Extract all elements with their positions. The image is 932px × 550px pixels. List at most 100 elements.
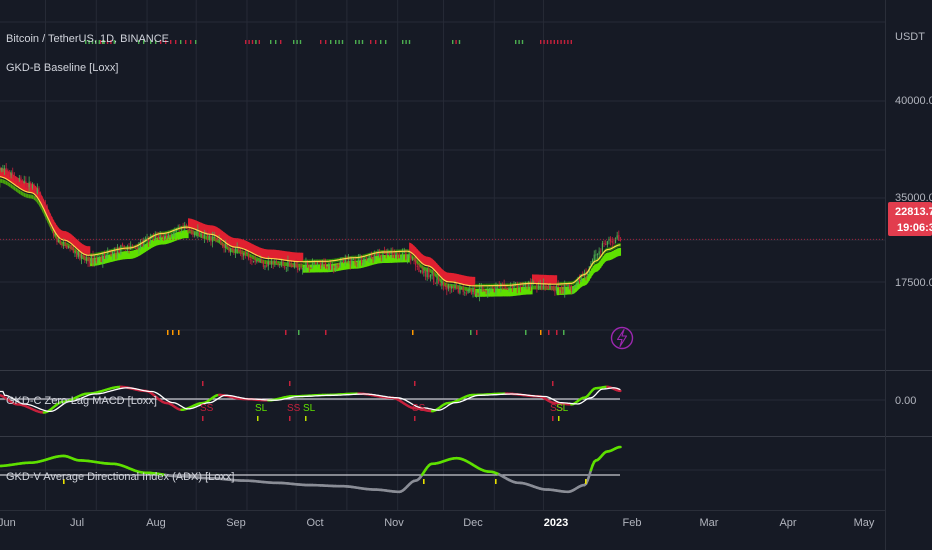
macd-arrow bbox=[558, 416, 560, 421]
candle-body bbox=[261, 260, 263, 261]
signal-dot bbox=[361, 40, 364, 44]
candle-body bbox=[280, 261, 282, 264]
adx-marker bbox=[423, 479, 425, 484]
signal-dot bbox=[476, 330, 478, 335]
candle-body bbox=[555, 285, 558, 292]
candle-body bbox=[270, 261, 273, 265]
candle-body bbox=[25, 181, 27, 188]
candle-body bbox=[90, 256, 92, 263]
candle-body bbox=[82, 254, 84, 256]
candle-body bbox=[254, 260, 256, 262]
macd-arrow bbox=[202, 416, 204, 421]
macd-signal-label: SL bbox=[303, 403, 316, 414]
candle-body bbox=[490, 287, 492, 291]
candle-body bbox=[303, 267, 305, 269]
signal-dot bbox=[518, 40, 520, 44]
candle-body bbox=[603, 243, 605, 245]
candle-body bbox=[251, 260, 253, 262]
time-tick-label: May bbox=[854, 517, 875, 529]
chart-background bbox=[0, 0, 932, 550]
candle-body bbox=[472, 288, 474, 295]
candle-body bbox=[559, 286, 561, 290]
candle-body bbox=[164, 234, 166, 239]
candle-body bbox=[374, 254, 376, 261]
candle-body bbox=[246, 253, 248, 255]
candle-body bbox=[406, 255, 409, 259]
signal-dot bbox=[553, 40, 555, 44]
candle-body bbox=[377, 252, 379, 256]
signal-dot bbox=[567, 40, 569, 44]
macd-arrow bbox=[552, 416, 554, 421]
candle-body bbox=[97, 257, 99, 262]
candle-body bbox=[48, 213, 50, 218]
macd-zero-axis-label: 0.00 bbox=[895, 395, 916, 407]
signal-dot bbox=[358, 40, 360, 44]
candle-body bbox=[387, 253, 389, 256]
candle-body bbox=[112, 251, 114, 255]
candle-body bbox=[334, 265, 337, 268]
adx-indicator-title[interactable]: GKD-V Average Directional Index (ADX) [L… bbox=[6, 471, 234, 483]
candle-body bbox=[328, 263, 330, 268]
signal-dot bbox=[251, 40, 254, 44]
candle-body bbox=[59, 240, 61, 244]
candle-body bbox=[216, 237, 219, 240]
candle-body bbox=[359, 258, 361, 260]
candle-body bbox=[279, 263, 281, 265]
signal-dot bbox=[275, 40, 277, 44]
candle-body bbox=[418, 266, 420, 272]
candle-body bbox=[552, 285, 554, 289]
candle-body bbox=[287, 261, 289, 267]
candle-body bbox=[67, 246, 70, 249]
candle-body bbox=[492, 287, 494, 289]
signal-dot bbox=[296, 40, 298, 44]
macd-arrow bbox=[289, 416, 291, 421]
macd-indicator-title[interactable]: GKD-C Zero-Lag MACD [Loxx] bbox=[6, 395, 157, 407]
candle-body bbox=[408, 253, 410, 255]
candle-body bbox=[401, 252, 404, 258]
candle-body bbox=[570, 286, 572, 292]
candle-body bbox=[518, 285, 520, 287]
candle-body bbox=[485, 290, 487, 292]
candle-body bbox=[125, 249, 127, 251]
candle-body bbox=[546, 286, 548, 288]
candle-body bbox=[341, 260, 343, 263]
macd-arrow bbox=[257, 416, 259, 421]
candle-body bbox=[469, 288, 471, 290]
time-tick-label: Mar bbox=[700, 517, 719, 529]
candle-body bbox=[426, 270, 428, 278]
candle-body bbox=[136, 247, 138, 250]
signal-dot bbox=[543, 40, 545, 44]
candle-body bbox=[10, 171, 12, 176]
candle-body bbox=[310, 268, 312, 270]
candle-body bbox=[23, 180, 25, 184]
candle-body bbox=[62, 242, 65, 244]
baseline-indicator-title[interactable]: GKD-B Baseline [Loxx] bbox=[6, 62, 119, 74]
candle-body bbox=[451, 285, 453, 289]
time-tick-label: Sep bbox=[226, 517, 246, 529]
candle-body bbox=[131, 245, 133, 247]
candle-body bbox=[521, 285, 523, 287]
candle-body bbox=[329, 262, 332, 270]
time-tick-label: Aug bbox=[146, 517, 166, 529]
signal-dot bbox=[546, 40, 549, 44]
candle-body bbox=[493, 288, 495, 293]
candle-body bbox=[616, 235, 618, 239]
candle-body bbox=[361, 257, 363, 263]
candle-body bbox=[529, 281, 531, 287]
candle-body bbox=[446, 286, 448, 290]
candle-body bbox=[598, 251, 600, 255]
macd-arrow bbox=[289, 381, 291, 386]
signal-dot bbox=[325, 330, 327, 335]
candle-body bbox=[36, 188, 38, 194]
candle-body bbox=[393, 254, 395, 259]
candle-body bbox=[596, 254, 599, 255]
candle-body bbox=[208, 235, 210, 239]
candle-body bbox=[325, 262, 327, 268]
candle-body bbox=[187, 227, 189, 229]
signal-dot bbox=[178, 330, 180, 335]
signal-dot bbox=[402, 40, 404, 44]
signal-dot bbox=[563, 330, 565, 335]
signal-dot bbox=[325, 40, 327, 44]
trading-chart[interactable]: SS SL SS SL SS SSSL Bitcoin / TetherUS, 1D, B… bbox=[0, 0, 932, 550]
signal-dot bbox=[180, 40, 182, 44]
